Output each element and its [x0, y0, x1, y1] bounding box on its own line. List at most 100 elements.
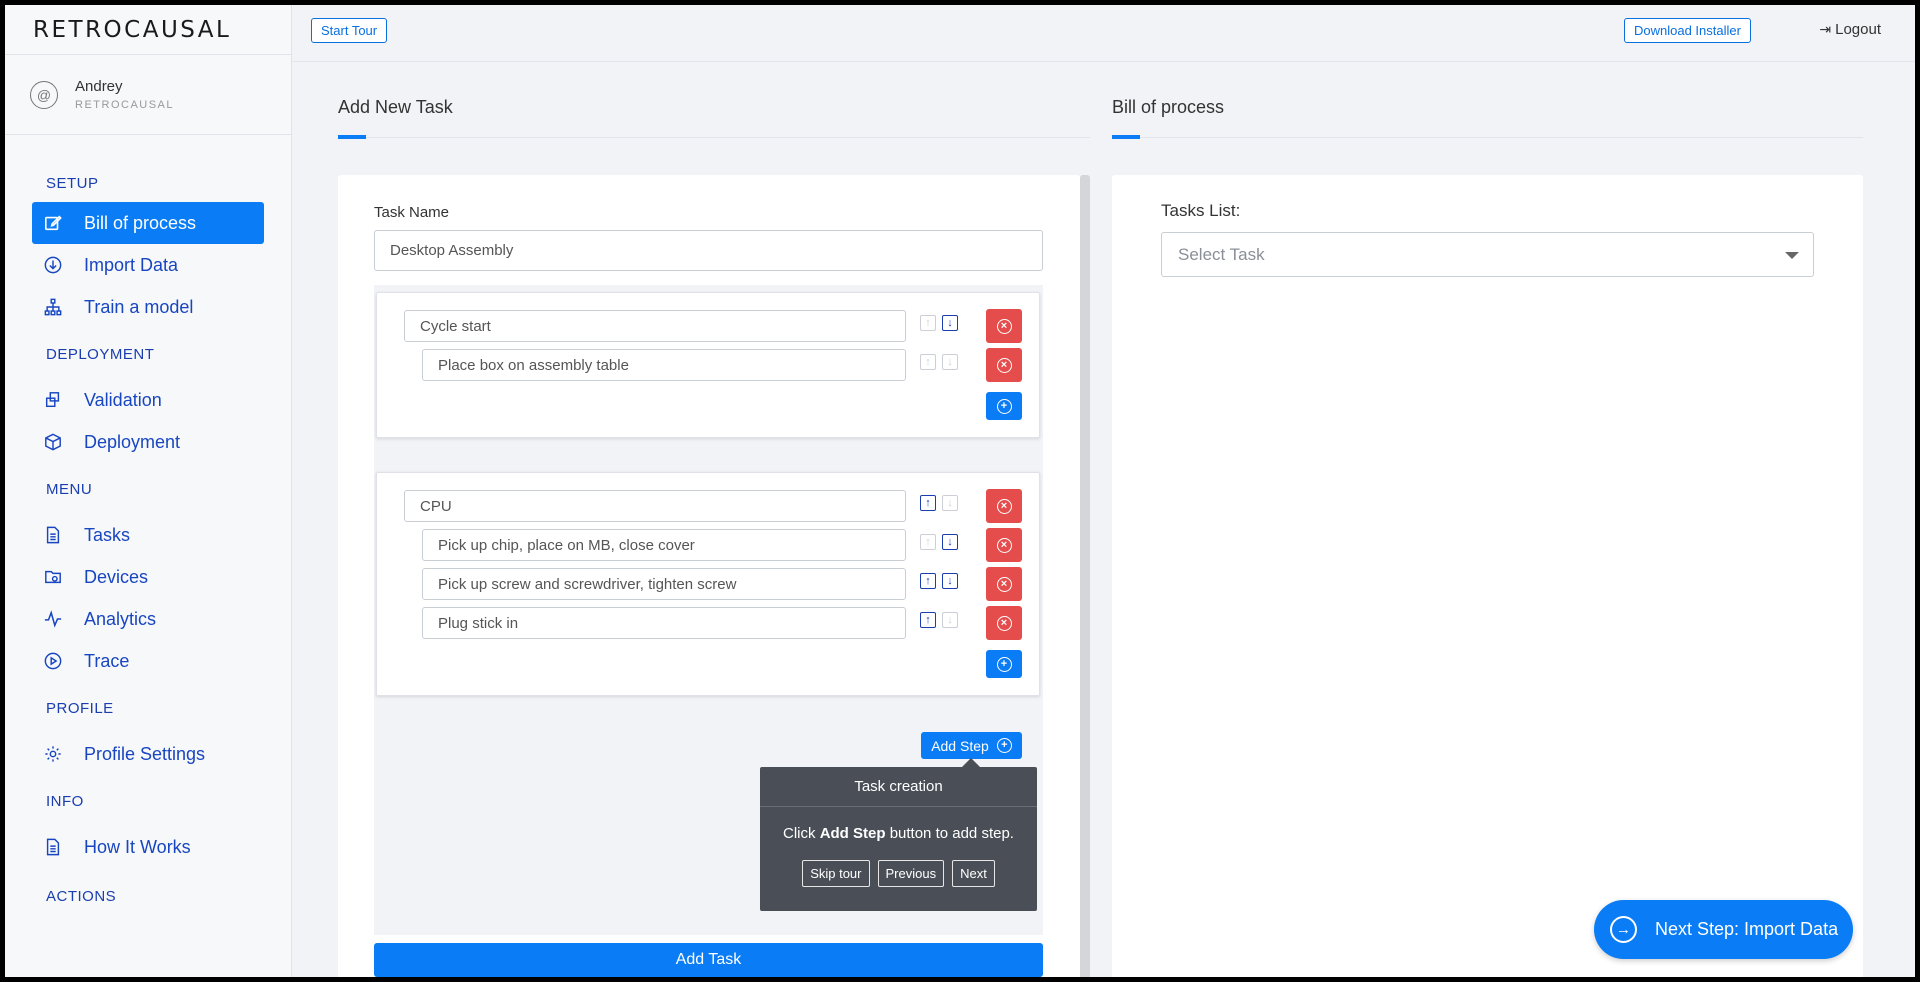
sidebar-item-how-it-works[interactable]: How It Works — [32, 826, 264, 868]
move-up-icon: ↑ — [920, 534, 936, 550]
move-up-icon[interactable]: ↑ — [920, 573, 936, 589]
logo-text: RETROCAUSAL — [33, 16, 232, 43]
step-group: CPU ↑ ↓ × Pick up chip, place on MB, clo… — [376, 472, 1040, 696]
start-tour-button[interactable]: Start Tour — [311, 18, 388, 43]
group-header-input[interactable]: Cycle start — [404, 310, 906, 342]
avatar-icon: @ — [30, 80, 58, 109]
next-step-button[interactable]: → Next Step: Import Data — [1594, 900, 1853, 959]
delete-button[interactable]: × — [986, 348, 1022, 382]
sidebar-item-label: Bill of process — [84, 212, 197, 233]
copy-icon — [42, 389, 64, 411]
close-circle-icon: × — [996, 498, 1012, 514]
download-installer-button[interactable]: Download Installer — [1624, 18, 1751, 43]
sidebar-item-label: Import Data — [84, 254, 179, 275]
sidebar-item-import-data[interactable]: Import Data — [32, 244, 264, 286]
section-deployment: DEPLOYMENT — [46, 346, 155, 363]
step-input[interactable]: Pick up chip, place on MB, close cover — [422, 529, 906, 561]
logo[interactable]: RETROCAUSAL — [5, 5, 291, 55]
cube-icon — [42, 431, 64, 453]
sidebar-item-tasks[interactable]: Tasks — [32, 514, 264, 556]
task-name-input[interactable]: Desktop Assembly — [374, 230, 1043, 271]
delete-button[interactable]: × — [986, 528, 1022, 562]
task-name-label: Task Name — [374, 204, 450, 221]
sidebar-item-profile-settings[interactable]: Profile Settings — [32, 733, 264, 775]
move-down-icon[interactable]: ↓ — [942, 534, 958, 550]
task-select-placeholder: Select Task — [1178, 244, 1265, 264]
move-up-icon[interactable]: ↑ — [920, 495, 936, 511]
step-input[interactable]: Plug stick in — [422, 607, 906, 639]
user-org: RETROCAUSAL — [75, 99, 175, 111]
skip-tour-button[interactable]: Skip tour — [802, 860, 870, 887]
arrow-right-circle-icon: → — [1610, 916, 1637, 943]
delete-button[interactable]: × — [986, 309, 1022, 343]
sidebar-item-label: Analytics — [84, 608, 157, 629]
move-up-icon[interactable]: ↑ — [920, 612, 936, 628]
logout-label: Logout — [1835, 21, 1881, 38]
close-circle-icon: × — [996, 357, 1012, 373]
user-name: Andrey — [75, 78, 123, 95]
plus-circle-icon: + — [996, 398, 1012, 414]
document-icon — [42, 524, 64, 546]
sidebar-item-trace[interactable]: Trace — [32, 640, 264, 682]
sidebar-item-devices[interactable]: Devices — [32, 556, 264, 598]
user-panel: @ Andrey RETROCAUSAL — [5, 55, 291, 135]
task-select[interactable]: Select Task — [1161, 232, 1814, 277]
section-info: INFO — [46, 793, 84, 810]
close-circle-icon: × — [996, 615, 1012, 631]
step-input[interactable]: Pick up screw and screwdriver, tighten s… — [422, 568, 906, 600]
activity-icon — [42, 608, 64, 630]
play-circle-icon — [42, 650, 64, 672]
sidebar-item-train-a-model[interactable]: Train a model — [32, 286, 264, 328]
move-down-icon[interactable]: ↓ — [942, 573, 958, 589]
add-step-button[interactable]: Add Step + — [921, 732, 1022, 759]
sidebar-nav: SETUP Bill of process Import Data Train … — [5, 175, 291, 905]
add-task-button[interactable]: Add Task — [374, 943, 1043, 977]
bill-of-process-panel — [1112, 175, 1863, 982]
next-step-label: Next Step: Import Data — [1655, 919, 1839, 939]
group-header-input[interactable]: CPU — [404, 490, 906, 522]
divider — [1112, 137, 1863, 138]
move-up-icon: ↑ — [920, 354, 936, 370]
gear-icon — [42, 743, 64, 765]
sidebar-item-validation[interactable]: Validation — [32, 379, 264, 421]
add-new-task-title: Add New Task — [338, 97, 453, 117]
tab-indicator — [1112, 135, 1140, 139]
add-substep-button[interactable]: + — [986, 392, 1022, 420]
previous-button[interactable]: Previous — [877, 860, 945, 887]
sidebar-item-label: How It Works — [84, 836, 191, 857]
next-button[interactable]: Next — [952, 860, 995, 887]
sidebar-item-label: Tasks — [84, 524, 131, 545]
document-icon — [42, 836, 64, 858]
scrollbar[interactable] — [1080, 175, 1090, 980]
sidebar-item-label: Deployment — [84, 431, 181, 452]
sidebar-item-label: Trace — [84, 650, 130, 671]
sidebar-item-analytics[interactable]: Analytics — [32, 598, 264, 640]
step-input[interactable]: Place box on assembly table — [422, 349, 906, 381]
add-step-label: Add Step — [931, 737, 989, 754]
sidebar-item-deployment[interactable]: Deployment — [32, 421, 264, 463]
step-group: Cycle start ↑ ↓ × Place box on assembly … — [376, 292, 1040, 438]
logout-icon: ⇥ — [1819, 21, 1832, 37]
logout-button[interactable]: ⇥ Logout — [1819, 21, 1881, 38]
sidebar-item-label: Train a model — [84, 296, 194, 317]
add-substep-button[interactable]: + — [986, 650, 1022, 678]
move-down-icon: ↓ — [942, 612, 958, 628]
chevron-down-icon — [1785, 252, 1799, 259]
move-down-icon[interactable]: ↓ — [942, 315, 958, 331]
delete-button[interactable]: × — [986, 489, 1022, 523]
folder-camera-icon — [42, 566, 64, 588]
topbar: Start Tour Download Installer ⇥ Logout — [292, 5, 1915, 62]
sidebar: RETROCAUSAL @ Andrey RETROCAUSAL SETUP B… — [5, 5, 292, 977]
tour-tooltip: Task creation Click Add Step button to a… — [760, 758, 1037, 911]
divider — [338, 137, 1090, 138]
section-profile: PROFILE — [46, 700, 114, 717]
delete-button[interactable]: × — [986, 606, 1022, 640]
close-circle-icon: × — [996, 537, 1012, 553]
section-setup: SETUP — [46, 175, 99, 192]
sidebar-item-bill-of-process[interactable]: Bill of process — [32, 202, 264, 244]
move-up-icon: ↑ — [920, 315, 936, 331]
tab-indicator — [338, 135, 366, 139]
tasks-list-label: Tasks List: — [1161, 201, 1241, 220]
delete-button[interactable]: × — [986, 567, 1022, 601]
plus-circle-icon: + — [996, 656, 1012, 672]
